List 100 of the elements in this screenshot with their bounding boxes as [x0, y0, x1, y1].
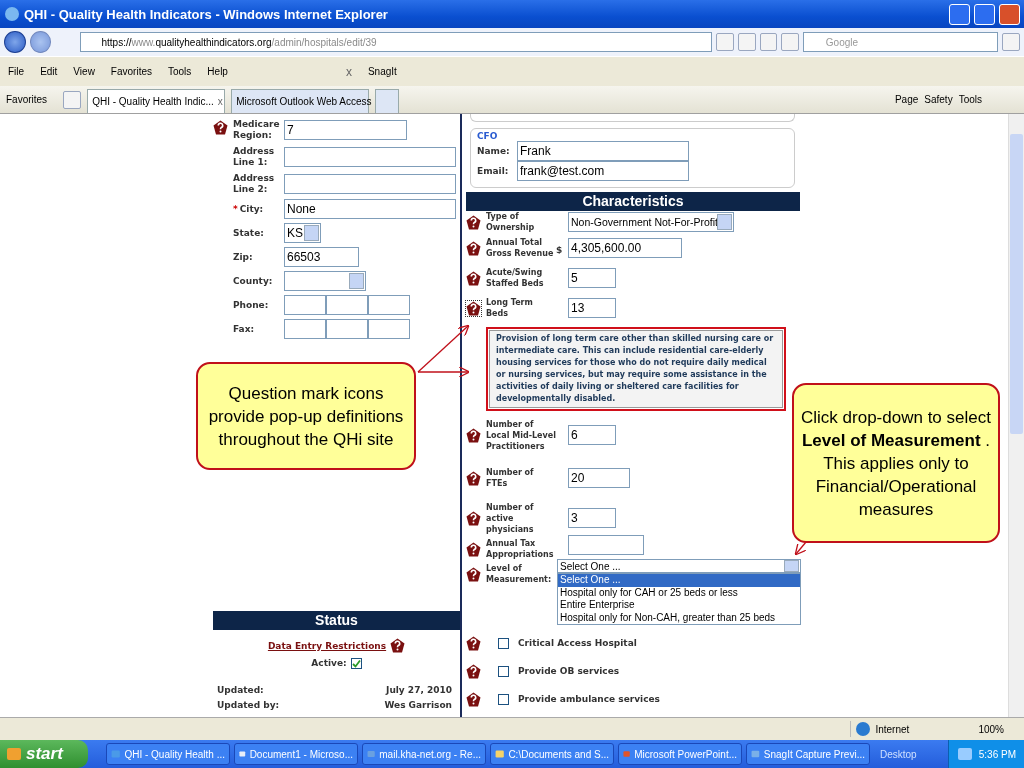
text-field[interactable]: 66503	[284, 247, 359, 267]
help-icon[interactable]	[466, 635, 481, 651]
command-menu[interactable]: Page	[894, 94, 919, 105]
help-icon[interactable]	[466, 510, 481, 526]
back-button[interactable]	[4, 31, 26, 53]
help-icon[interactable]	[213, 120, 228, 135]
scrollbar[interactable]	[1008, 114, 1024, 717]
favorites-button[interactable]: Favorites	[6, 94, 48, 105]
taskbar-button[interactable]: mail.kha-net.org - Re...	[362, 743, 486, 765]
help-icon[interactable]	[390, 638, 406, 653]
text-field[interactable]	[568, 535, 644, 555]
text-field[interactable]	[284, 295, 326, 315]
help-icon[interactable]	[466, 427, 481, 443]
menu-item[interactable]: Help	[207, 66, 228, 77]
taskbar-button[interactable]: SnagIt Capture Previ...	[746, 743, 870, 765]
command-menu[interactable]: Tools	[958, 94, 982, 105]
checkbox-label: Critical Access Hospital	[518, 637, 638, 649]
field-label: Annual Tax Appropriations	[485, 538, 555, 560]
taskbar-button[interactable]: Microsoft PowerPoint...	[618, 743, 742, 765]
address-field[interactable]: https://www.qualityhealthindicators.org/admin/hospitals/edit/39	[80, 32, 713, 52]
pointer-arrow	[417, 324, 470, 378]
select-field[interactable]: Non-Government Not-For-Profit	[568, 212, 734, 232]
text-field[interactable]: 13	[568, 298, 616, 318]
browser-tab[interactable]: Microsoft Outlook Web Access	[231, 89, 370, 113]
select-field[interactable]: KS	[284, 223, 321, 243]
taskbar-button[interactable]: C:\Documents and S...	[490, 743, 614, 765]
text-field[interactable]: 5	[568, 268, 616, 288]
dropdown-field[interactable]: Select One ...	[557, 559, 801, 573]
text-field[interactable]: Frank	[517, 141, 689, 161]
text-field[interactable]: None	[284, 199, 456, 219]
help-icon[interactable]	[466, 691, 481, 707]
text-field[interactable]: 4,305,600.00	[568, 238, 682, 258]
text-field[interactable]: 6	[568, 425, 616, 445]
command-menu[interactable]: Safety	[924, 94, 953, 105]
field-label: Annual Total Gross Revenue	[485, 237, 555, 259]
taskbar-button[interactable]: QHI - Quality Health ...	[106, 743, 230, 765]
maximize-button[interactable]	[974, 3, 995, 25]
field-label: Updated:	[217, 685, 264, 696]
text-field[interactable]	[326, 295, 368, 315]
close-toolbar-button[interactable]: x	[345, 64, 352, 79]
close-button[interactable]	[999, 3, 1020, 25]
text-field[interactable]	[284, 319, 326, 339]
new-tab-button[interactable]	[375, 89, 400, 113]
text-field[interactable]	[326, 319, 368, 339]
field-label: Number of FTEs	[485, 467, 535, 489]
help-icon[interactable]	[466, 270, 481, 286]
menu-item[interactable]: Tools	[168, 66, 192, 77]
callout: Click drop-down to select Level of Measurement . This applies only to Financial/Operational measures	[792, 383, 1000, 543]
text-field[interactable]	[284, 173, 456, 194]
field-label: Fax:	[233, 323, 256, 335]
menu-item[interactable]: Edit	[40, 66, 58, 77]
checkbox-label: Provide OB services	[518, 665, 621, 677]
text-field[interactable]: 20	[568, 468, 630, 488]
menu-item[interactable]: View	[73, 66, 95, 77]
help-icon[interactable]	[466, 240, 481, 256]
zoom-level[interactable]: 100%	[978, 723, 1004, 735]
field-label: Level of Measurement:	[485, 563, 553, 585]
restrictions-link[interactable]: Data Entry Restrictions	[267, 640, 387, 651]
field-label: Address Line 1:	[233, 145, 276, 168]
active-checkbox[interactable]	[350, 658, 362, 669]
text-field[interactable]: frank@test.com	[517, 161, 689, 181]
field-value: July 27, 2010	[386, 685, 452, 696]
menu-item[interactable]: File	[8, 66, 25, 77]
section-header: Characteristics	[466, 192, 800, 211]
text-field[interactable]: 7	[284, 119, 407, 140]
field-label: State:	[233, 227, 265, 239]
desktop-toolbar[interactable]: Desktop	[880, 748, 917, 760]
checkbox[interactable]	[498, 693, 509, 705]
text-field[interactable]	[368, 319, 410, 339]
select-field[interactable]	[284, 271, 366, 291]
snagit-button[interactable]: SnagIt	[367, 66, 397, 77]
field-label: Active:	[311, 658, 347, 669]
field-label: County:	[233, 275, 274, 287]
taskbar-button[interactable]: Document1 - Microso...	[234, 743, 358, 765]
help-icon[interactable]	[466, 300, 481, 316]
field-label: Number of active physicians	[485, 501, 535, 535]
help-icon[interactable]	[466, 541, 481, 557]
section-header: Status	[213, 611, 460, 630]
field-label: Number of Local Mid-Level Practitioners	[485, 418, 556, 452]
browser-tab[interactable]: QHI - Quality Health Indic... x	[87, 89, 226, 113]
zone-indicator: Internet	[850, 721, 971, 737]
minimize-button[interactable]	[949, 3, 970, 25]
field-label: Address Line 2:	[233, 172, 276, 195]
help-icon[interactable]	[466, 470, 481, 486]
help-icon[interactable]	[466, 663, 481, 679]
text-field[interactable]: 3	[568, 508, 616, 528]
help-icon[interactable]	[466, 566, 481, 582]
field-label: Acute/Swing Staffed Beds	[485, 267, 545, 289]
text-field[interactable]	[368, 295, 410, 315]
fieldset-legend: CFO	[477, 131, 788, 141]
checkbox[interactable]	[498, 665, 509, 677]
window-title: QHI - Quality Health Indicators - Windows Internet Explorer	[24, 6, 389, 22]
help-icon[interactable]	[466, 214, 481, 230]
text-field[interactable]	[284, 146, 456, 167]
definition-text: Provision of long term care other than skilled nursing care or intermediate care. This can include residential care-elderly housing services for those who do not require daily medical or nursing services, but may require some assistance in the activities of daily living or sheltered care facilities for developmentally disabled.	[489, 330, 783, 408]
menu-item[interactable]: Favorites	[110, 66, 152, 77]
checkbox[interactable]	[498, 637, 509, 649]
field-label: Name:	[477, 145, 511, 157]
globe-icon[interactable]	[855, 721, 872, 737]
dropdown-option[interactable]: Select One ...	[558, 574, 800, 587]
